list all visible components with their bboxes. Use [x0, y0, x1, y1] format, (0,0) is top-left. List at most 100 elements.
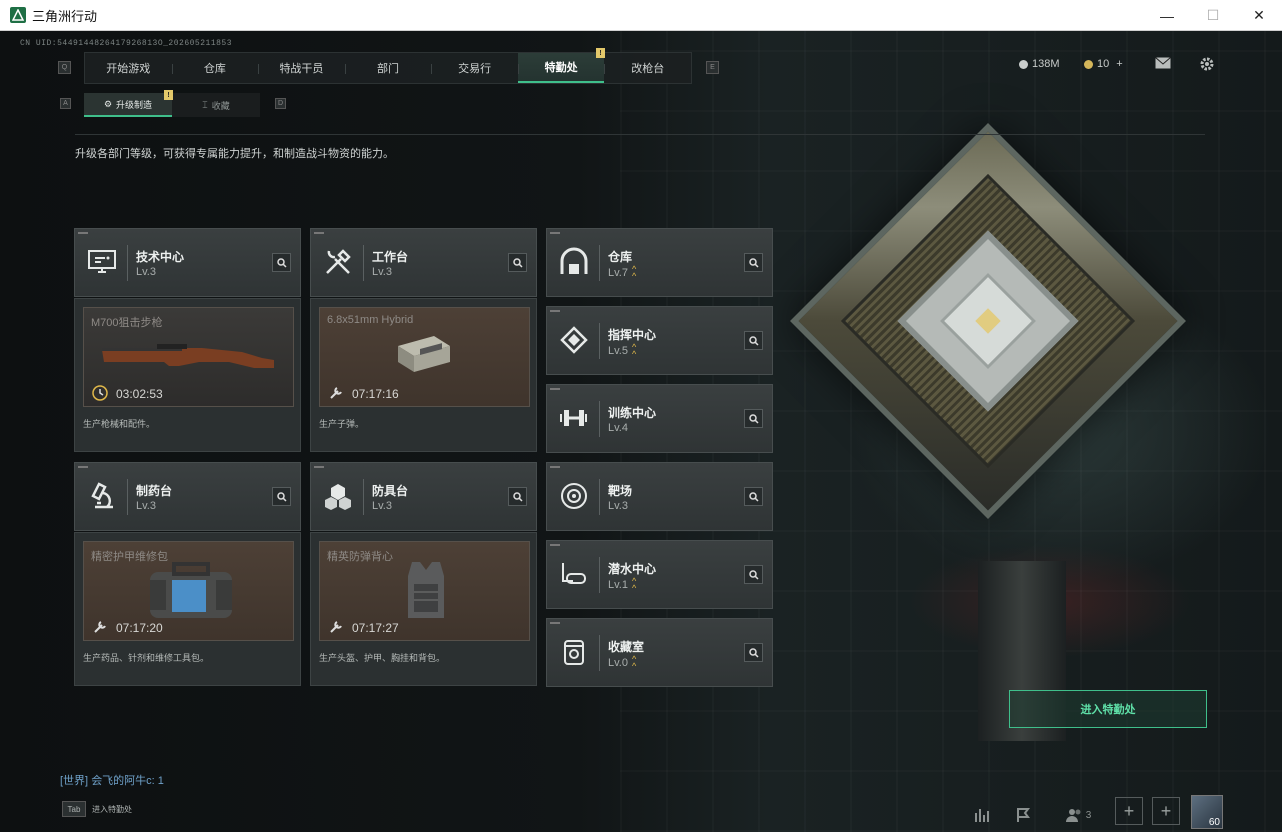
product-name: 精英防弹背心: [327, 551, 393, 563]
facility-card-training-center[interactable]: 训练中心 Lv.4: [546, 384, 773, 453]
facility-name: 仓库: [608, 250, 633, 264]
production-panel-workbench[interactable]: 6.8x51mm Hybrid 07:17:16 生产子弹。: [310, 298, 537, 452]
production-timer: 07:17:20: [116, 621, 163, 635]
microscope-icon: [85, 479, 119, 513]
tab-key-hint[interactable]: Tab 进入特勤处: [62, 801, 132, 817]
facility-level: Lv.1: [608, 579, 628, 591]
ammo-box-image: [398, 336, 450, 372]
add-party-slot-button[interactable]: +: [1115, 797, 1143, 825]
facility-name: 靶场: [608, 484, 633, 498]
search-icon[interactable]: [744, 331, 763, 350]
tab-operators[interactable]: 特战干员: [258, 53, 345, 83]
add-party-slot-button-2[interactable]: +: [1152, 797, 1180, 825]
tab-trading[interactable]: 交易行: [431, 53, 518, 83]
tools-icon: [321, 245, 355, 279]
facility-name: 指挥中心: [608, 328, 657, 342]
nav-next-key[interactable]: E: [706, 61, 719, 74]
player-avatar[interactable]: 60: [1191, 795, 1223, 829]
settings-gear-icon[interactable]: [1199, 56, 1215, 72]
product-name: 6.8x51mm Hybrid: [327, 314, 414, 326]
station-level: Lv.3: [136, 266, 156, 278]
subnav-prev-key[interactable]: A: [60, 98, 71, 109]
cubes-icon: [321, 479, 355, 513]
rifle-image: [102, 344, 274, 368]
station-level: Lv.3: [372, 266, 392, 278]
close-button[interactable]: ✕: [1236, 0, 1282, 31]
diving-mask-icon: [557, 557, 591, 591]
add-token-button[interactable]: +: [1116, 58, 1122, 70]
production-timer: 07:17:16: [352, 387, 399, 401]
facility-card-diving-center[interactable]: 潜水中心 Lv.1 ^ ^: [546, 540, 773, 609]
flag-icon[interactable]: [1008, 800, 1038, 830]
special-ops-cube-model: [790, 123, 1186, 519]
divider: [75, 134, 1205, 135]
craft-icon: ⚙: [103, 98, 113, 109]
tab-special-ops[interactable]: 特勤处: [517, 53, 605, 83]
stats-chart-icon[interactable]: [967, 800, 997, 830]
minimize-button[interactable]: —: [1144, 0, 1190, 31]
collection-icon: ⌶: [202, 99, 208, 110]
tab-upgrade-craft-label: 升级制造: [116, 99, 153, 110]
app-logo-icon: [10, 7, 26, 23]
tab-department[interactable]: 部门: [344, 53, 432, 83]
tab-start-game[interactable]: 开始游戏: [85, 53, 172, 83]
facility-card-command-center[interactable]: 指挥中心 Lv.5 ^ ^: [546, 306, 773, 375]
search-icon[interactable]: [508, 487, 527, 506]
production-panel-pharmacy[interactable]: 精密护甲维修包 07:17:20 生产药品、针剂和维修工具包。: [74, 532, 301, 686]
tab-collection-label: 收藏: [211, 100, 230, 111]
product-slot[interactable]: 精英防弹背心 07:17:27: [319, 541, 530, 641]
station-card-tech-center[interactable]: 技术中心 Lv.3: [74, 228, 301, 297]
vest-image: [408, 562, 444, 618]
chat-line[interactable]: [世界] 会飞的阿牛c: 1: [60, 772, 164, 788]
station-card-armor-bench[interactable]: 防具台 Lv.3: [310, 462, 537, 531]
nav-prev-key[interactable]: Q: [58, 61, 71, 74]
facility-card-warehouse[interactable]: 仓库 Lv.7 ^ ^: [546, 228, 773, 297]
clock-icon: [92, 385, 108, 401]
tab-warehouse[interactable]: 仓库: [171, 53, 259, 83]
tab-key-label: 进入特勤处: [92, 804, 132, 814]
upgrade-available-icon: ^ ^: [631, 342, 637, 359]
production-description: 生产子弹。: [319, 419, 365, 429]
facility-card-shooting-range[interactable]: 靶场 Lv.3: [546, 462, 773, 531]
search-icon[interactable]: [744, 409, 763, 428]
monitor-icon: [85, 245, 119, 279]
product-slot[interactable]: M700狙击步枪 03:02:53: [83, 307, 294, 407]
friends-button[interactable]: 3: [1058, 800, 1098, 830]
facility-card-collection-room[interactable]: 收藏室 Lv.0 ^ ^: [546, 618, 773, 687]
friends-count: 3: [1085, 809, 1092, 821]
production-description: 生产头盔、护甲、胸挂和背包。: [319, 653, 446, 663]
product-slot[interactable]: 精密护甲维修包 07:17:20: [83, 541, 294, 641]
currency-display[interactable]: 138M: [1019, 58, 1060, 70]
production-panel-tech-center[interactable]: M700狙击步枪 03:02:53 生产枪械和配件。: [74, 298, 301, 452]
warehouse-icon: [557, 245, 591, 279]
tab-upgrade-craft[interactable]: ⚙ 升级制造: [84, 93, 172, 117]
enter-special-ops-button[interactable]: 进入特勤处: [1009, 690, 1207, 728]
mail-icon[interactable]: [1155, 57, 1171, 69]
search-icon[interactable]: [272, 487, 291, 506]
search-icon[interactable]: [744, 253, 763, 272]
search-icon[interactable]: [508, 253, 527, 272]
station-name: 防具台: [372, 484, 409, 498]
station-name: 工作台: [372, 250, 409, 264]
token-display[interactable]: 10 +: [1084, 58, 1123, 70]
station-card-pharmacy[interactable]: 制药台 Lv.3: [74, 462, 301, 531]
maximize-button[interactable]: ☐: [1190, 0, 1236, 31]
station-card-workbench[interactable]: 工作台 Lv.3: [310, 228, 537, 297]
upgrade-available-icon: ^ ^: [631, 576, 637, 593]
station-level: Lv.3: [136, 500, 156, 512]
currency-amount: 138M: [1032, 58, 1060, 70]
facility-level: Lv.3: [608, 500, 628, 512]
search-icon[interactable]: [744, 487, 763, 506]
product-slot[interactable]: 6.8x51mm Hybrid 07:17:16: [319, 307, 530, 407]
search-icon[interactable]: [744, 643, 763, 662]
facility-level: Lv.5: [608, 345, 628, 357]
upgrade-available-icon: ^ ^: [631, 654, 637, 671]
production-timer: 03:02:53: [116, 387, 163, 401]
production-panel-armor-bench[interactable]: 精英防弹背心 07:17:27 生产头盔、护甲、胸挂和背包。: [310, 532, 537, 686]
tab-collection[interactable]: ⌶ 收藏: [172, 93, 260, 117]
search-icon[interactable]: [272, 253, 291, 272]
subnav-next-key[interactable]: D: [275, 98, 286, 109]
search-icon[interactable]: [744, 565, 763, 584]
target-icon: [557, 479, 591, 513]
tab-gunsmith[interactable]: 改枪台: [604, 53, 691, 83]
